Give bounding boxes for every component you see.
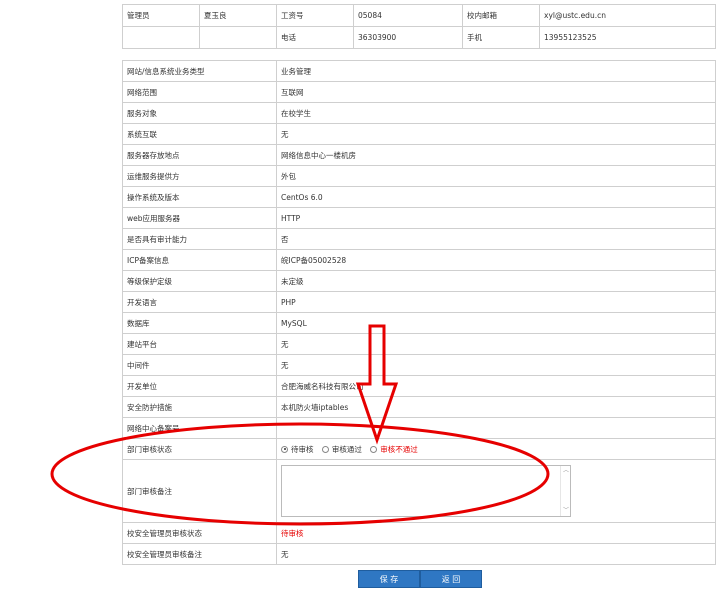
radio-rejected-label: 审核不通过 <box>380 444 418 454</box>
contact-table: 管理员 夏玉良 工资号 05084 校内邮箱 xyl@ustc.edu.cn 电… <box>122 4 716 49</box>
contact-cell: 管理员 <box>122 4 200 27</box>
info-label: 中间件 <box>122 354 277 376</box>
contact-cell: xyl@ustc.edu.cn <box>539 4 716 27</box>
dept-review-options: 待审核 审核通过 审核不通过 <box>276 438 716 460</box>
info-value: 外包 <box>276 165 716 187</box>
info-label: 操作系统及版本 <box>122 186 277 208</box>
info-label: 网络范围 <box>122 81 277 103</box>
info-row: 运维服务提供方 外包 <box>122 165 716 187</box>
info-label: 网站/信息系统业务类型 <box>122 60 277 82</box>
info-row: 建站平台无 <box>122 333 716 355</box>
contact-cell: 电话 <box>276 26 354 49</box>
info-row: 网站/信息系统业务类型 业务管理 <box>122 60 716 82</box>
dept-review-row: 部门审核状态 待审核 审核通过 审核不通过 <box>122 438 716 460</box>
radio-pending-icon[interactable] <box>281 445 288 453</box>
info-label: 服务器存放地点 <box>122 144 277 166</box>
info-value: HTTP <box>276 207 716 229</box>
info-row: ICP备案信息 皖ICP备05002528 <box>122 249 716 271</box>
radio-rejected[interactable]: 审核不通过 <box>370 444 418 455</box>
radio-approved-label: 审核通过 <box>331 444 362 454</box>
school-status-value: 待审核 <box>276 522 716 544</box>
contact-cell <box>122 26 200 49</box>
school-note-label: 校安全管理员审核备注 <box>122 543 277 565</box>
info-label: 建站平台 <box>122 333 277 355</box>
info-value: MySQL <box>276 312 716 334</box>
info-value: 互联网 <box>276 81 716 103</box>
info-label: 系统互联 <box>122 123 277 145</box>
contact-cell: 夏玉良 <box>199 4 277 27</box>
radio-approved[interactable]: 审核通过 <box>321 444 362 455</box>
dept-note-textarea[interactable]: ︿ ﹀ <box>281 465 571 517</box>
school-status-row: 校安全管理员审核状态 待审核 <box>122 522 716 544</box>
back-button[interactable]: 返 回 <box>420 570 482 588</box>
info-row: 服务器存放地点 网络信息中心一楼机房 <box>122 144 716 166</box>
radio-rejected-icon[interactable] <box>370 445 378 453</box>
system-info-body: 网站/信息系统业务类型 业务管理 网络范围 互联网 服务对象 在校学生 系统互联无服务器存放… <box>122 60 716 439</box>
radio-pending-label: 待审核 <box>291 444 314 454</box>
contact-row: 管理员 夏玉良 工资号 05084 校内邮箱 xyl@ustc.edu.cn <box>122 4 716 27</box>
info-row: 中间件无 <box>122 354 716 376</box>
info-value <box>276 417 716 439</box>
textarea-scrollbar[interactable]: ︿ ﹀ <box>560 466 570 516</box>
scroll-up-icon[interactable]: ︿ <box>563 468 569 474</box>
info-row: 开发单位 合肥海威名科技有限公司 <box>122 375 716 397</box>
info-label: ICP备案信息 <box>122 249 277 271</box>
save-button[interactable]: 保 存 <box>358 570 420 588</box>
info-row: 系统互联无 <box>122 123 716 145</box>
contact-cell <box>199 26 277 49</box>
info-row: 开发语言 PHP <box>122 291 716 313</box>
info-value: PHP <box>276 291 716 313</box>
info-row: 安全防护措施 本机防火墙iptables <box>122 396 716 418</box>
dept-note-row: 部门审核备注 ︿ ﹀ <box>122 459 716 523</box>
contact-cell: 手机 <box>462 26 540 49</box>
info-value: CentOs 6.0 <box>276 186 716 208</box>
info-label: web应用服务器 <box>122 207 277 229</box>
info-value: 无 <box>276 354 716 376</box>
info-value: 皖ICP备05002528 <box>276 249 716 271</box>
contact-cell: 05084 <box>353 4 463 27</box>
info-label: 运维服务提供方 <box>122 165 277 187</box>
school-note-row: 校安全管理员审核备注 无 <box>122 543 716 565</box>
info-label: 开发单位 <box>122 375 277 397</box>
contact-cell: 36303900 <box>353 26 463 49</box>
info-row: 服务对象 在校学生 <box>122 102 716 124</box>
scroll-down-icon[interactable]: ﹀ <box>563 508 569 514</box>
info-row: 是否具有审计能力否 <box>122 228 716 250</box>
info-value: 本机防火墙iptables <box>276 396 716 418</box>
dept-note-cell: ︿ ﹀ <box>276 459 716 523</box>
info-value: 网络信息中心一楼机房 <box>276 144 716 166</box>
info-row: web应用服务器 HTTP <box>122 207 716 229</box>
info-row: 等级保护定级 未定级 <box>122 270 716 292</box>
info-row: 网络中心备案号 <box>122 417 716 439</box>
radio-pending[interactable]: 待审核 <box>281 444 314 455</box>
school-status-label: 校安全管理员审核状态 <box>122 522 277 544</box>
info-row: 数据库 MySQL <box>122 312 716 334</box>
info-row: 网络范围 互联网 <box>122 81 716 103</box>
contact-row: 电话 36303900 手机 13955123525 <box>122 26 716 49</box>
contact-cell: 校内邮箱 <box>462 4 540 27</box>
info-row: 操作系统及版本 CentOs 6.0 <box>122 186 716 208</box>
info-value: 否 <box>276 228 716 250</box>
info-value: 无 <box>276 123 716 145</box>
info-label: 等级保护定级 <box>122 270 277 292</box>
info-value: 在校学生 <box>276 102 716 124</box>
contact-cell: 工资号 <box>276 4 354 27</box>
info-label: 安全防护措施 <box>122 396 277 418</box>
info-value: 无 <box>276 333 716 355</box>
dept-review-label: 部门审核状态 <box>122 438 277 460</box>
review-body: 部门审核状态 待审核 审核通过 审核不通过 部门审核备注 ︿ ﹀ 校安全管理员审… <box>122 438 716 565</box>
info-label: 网络中心备案号 <box>122 417 277 439</box>
dept-note-label: 部门审核备注 <box>122 459 277 523</box>
radio-approved-icon[interactable] <box>321 445 329 453</box>
system-info-table: 网站/信息系统业务类型 业务管理 网络范围 互联网 服务对象 在校学生 系统互联无服务器存放… <box>122 60 716 565</box>
info-label: 是否具有审计能力 <box>122 228 277 250</box>
info-label: 服务对象 <box>122 102 277 124</box>
info-value: 合肥海威名科技有限公司 <box>276 375 716 397</box>
info-value: 业务管理 <box>276 60 716 82</box>
contact-cell: 13955123525 <box>539 26 716 49</box>
info-value: 未定级 <box>276 270 716 292</box>
info-label: 数据库 <box>122 312 277 334</box>
school-note-value: 无 <box>276 543 716 565</box>
info-label: 开发语言 <box>122 291 277 313</box>
